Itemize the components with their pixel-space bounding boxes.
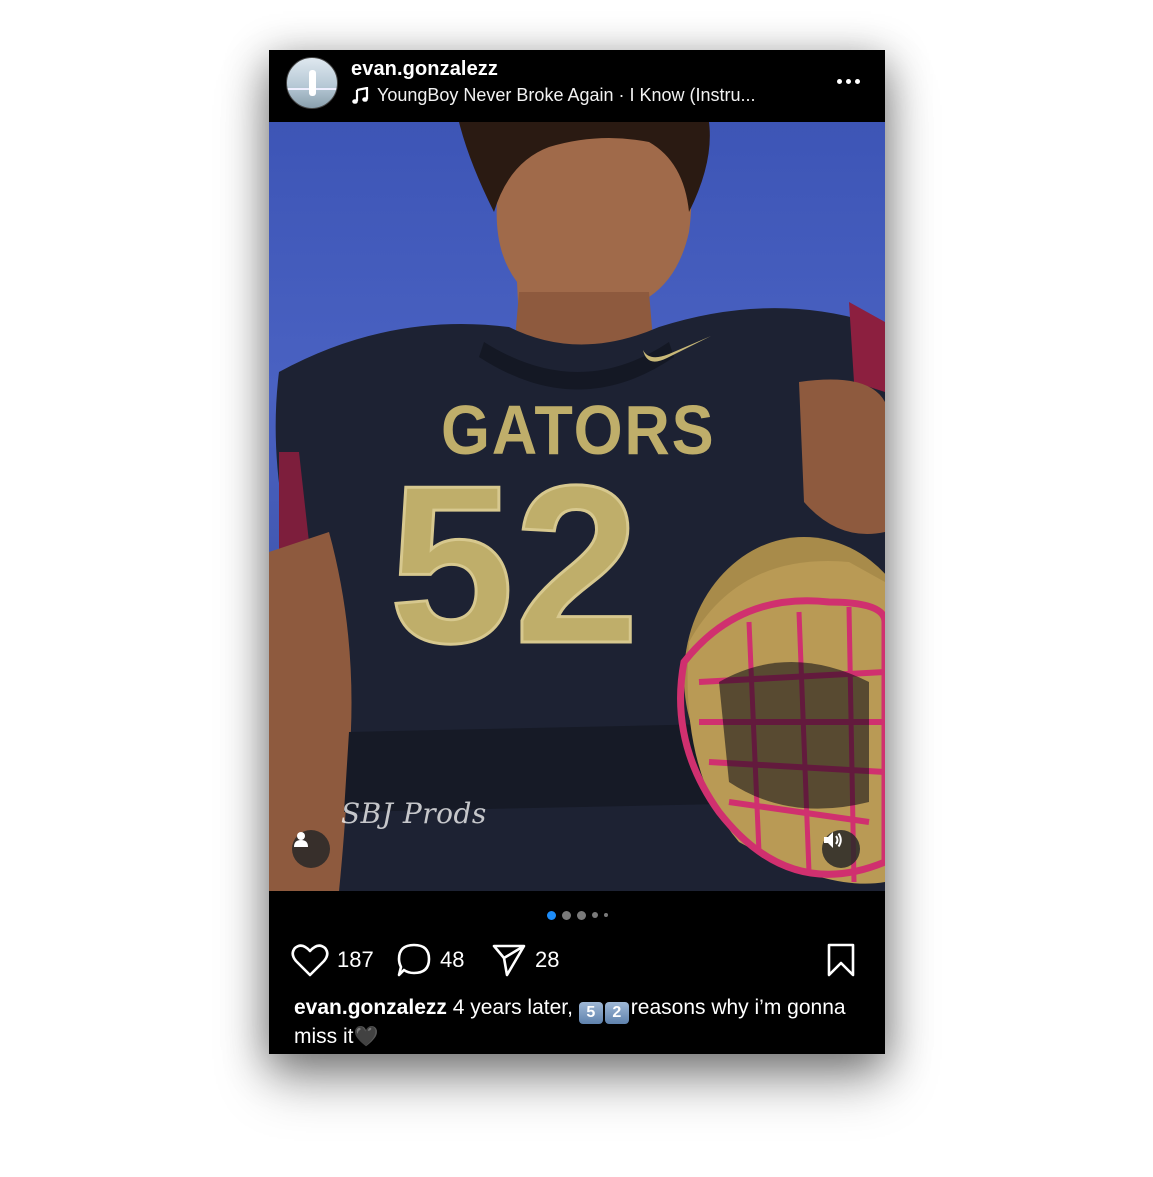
post-header: evan.gonzalezz YoungBoy Never Broke Agai… <box>269 50 885 122</box>
heart-icon <box>291 944 329 977</box>
like-button[interactable]: 187 <box>291 938 374 982</box>
comment-button[interactable]: 48 <box>396 938 464 982</box>
bookmark-icon[interactable] <box>825 942 857 983</box>
black-heart-emoji: 🖤 <box>353 1026 379 1048</box>
post-caption: evan.gonzalezz 4 years later, 5 2 reasons … <box>294 995 854 1050</box>
keycap-emoji: 2 <box>604 1002 629 1024</box>
like-count: 187 <box>337 947 374 972</box>
carousel-dot-active[interactable] <box>546 910 556 920</box>
jersey-number: 52 <box>387 438 640 690</box>
user-tag-icon[interactable] <box>292 830 330 868</box>
music-info[interactable]: YoungBoy Never Broke Again · I Know (Ins… <box>351 85 756 106</box>
carousel-dot[interactable] <box>591 912 598 918</box>
comment-icon <box>397 943 431 977</box>
post-actions: 187 48 28 <box>269 938 885 982</box>
more-options-icon[interactable] <box>835 68 861 94</box>
music-track-label: YoungBoy Never Broke Again · I Know (Ins… <box>377 85 756 105</box>
photo-watermark: SBJ Prods <box>341 797 487 830</box>
speaker-icon[interactable] <box>822 830 860 868</box>
avatar[interactable] <box>286 57 338 109</box>
carousel-dot[interactable] <box>603 913 608 917</box>
share-button[interactable]: 28 <box>491 938 559 982</box>
post-photo[interactable]: GATORS 52 SBJ Prods <box>269 122 885 891</box>
carousel-dot[interactable] <box>561 910 571 920</box>
instagram-post-card: evan.gonzalezz YoungBoy Never Broke Agai… <box>269 50 885 1054</box>
music-note-icon <box>352 86 369 104</box>
share-count: 28 <box>535 947 560 972</box>
carousel-dot[interactable] <box>576 910 586 920</box>
keycap-emoji: 5 <box>578 1002 603 1024</box>
send-icon <box>492 944 526 977</box>
comment-count: 48 <box>440 947 465 972</box>
carousel-indicator <box>269 908 885 922</box>
caption-text-before: 4 years later, <box>446 996 579 1019</box>
caption-username[interactable]: evan.gonzalezz <box>294 996 447 1019</box>
post-username[interactable]: evan.gonzalezz <box>351 58 498 81</box>
